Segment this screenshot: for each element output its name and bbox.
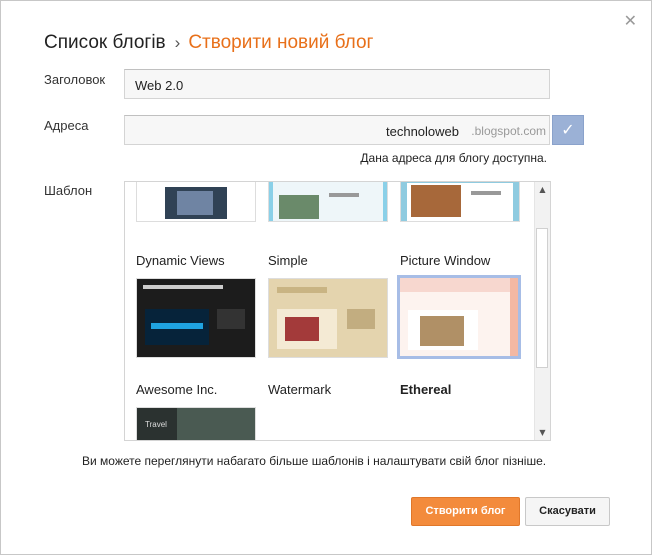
template-thumbnail [268, 278, 388, 358]
cancel-button[interactable]: Скасувати [525, 497, 610, 526]
template-thumbnail [400, 182, 520, 222]
scroll-thumb[interactable] [536, 228, 548, 368]
templates-note: Ви можете переглянути набагато більше ша… [82, 454, 547, 468]
template-thumbnail: Travel [136, 407, 256, 440]
scroll-up-icon[interactable]: ▲ [535, 182, 550, 197]
page-title: Створити новий блог [188, 32, 374, 53]
template-thumbnail [268, 182, 388, 222]
title-label: Заголовок [44, 72, 106, 87]
template-thumbnail [397, 275, 521, 359]
breadcrumb: Список блогів › Створити новий блог [44, 32, 373, 54]
template-name: Watermark [268, 382, 332, 397]
template-thumbnail [136, 278, 256, 358]
template-name: Simple [268, 253, 308, 268]
breadcrumb-blog-list[interactable]: Список блогів [44, 32, 166, 53]
address-suffix: .blogspot.com [471, 124, 546, 138]
template-name: Ethereal [400, 382, 452, 397]
scroll-down-icon[interactable]: ▼ [535, 425, 550, 440]
close-icon[interactable]: ✕ [624, 11, 637, 31]
address-input[interactable]: technoloweb .blogspot.com [124, 115, 550, 145]
address-label: Адреса [44, 118, 89, 133]
title-input[interactable]: Web 2.0 [124, 69, 550, 99]
template-name: Awesome Inc. [136, 382, 218, 397]
check-icon[interactable]: ✓ [552, 115, 584, 145]
create-blog-dialog: ✕ Список блогів › Створити новий блог Заго… [0, 0, 652, 555]
template-travel-title: Travel [145, 420, 167, 429]
create-blog-button[interactable]: Створити блог [411, 497, 520, 526]
template-gallery: Dynamic Views Simple Picture Window Awes… [124, 181, 551, 441]
address-status: Дана адреса для блогу доступна. [360, 151, 547, 165]
template-scrollbar[interactable]: ▲ ▼ [534, 182, 550, 440]
template-label: Шаблон [44, 183, 93, 198]
address-value: technoloweb [386, 124, 459, 139]
template-name: Dynamic Views [136, 253, 225, 268]
breadcrumb-separator: › [174, 33, 181, 52]
template-thumbnail [136, 182, 256, 222]
template-name: Picture Window [400, 253, 491, 268]
